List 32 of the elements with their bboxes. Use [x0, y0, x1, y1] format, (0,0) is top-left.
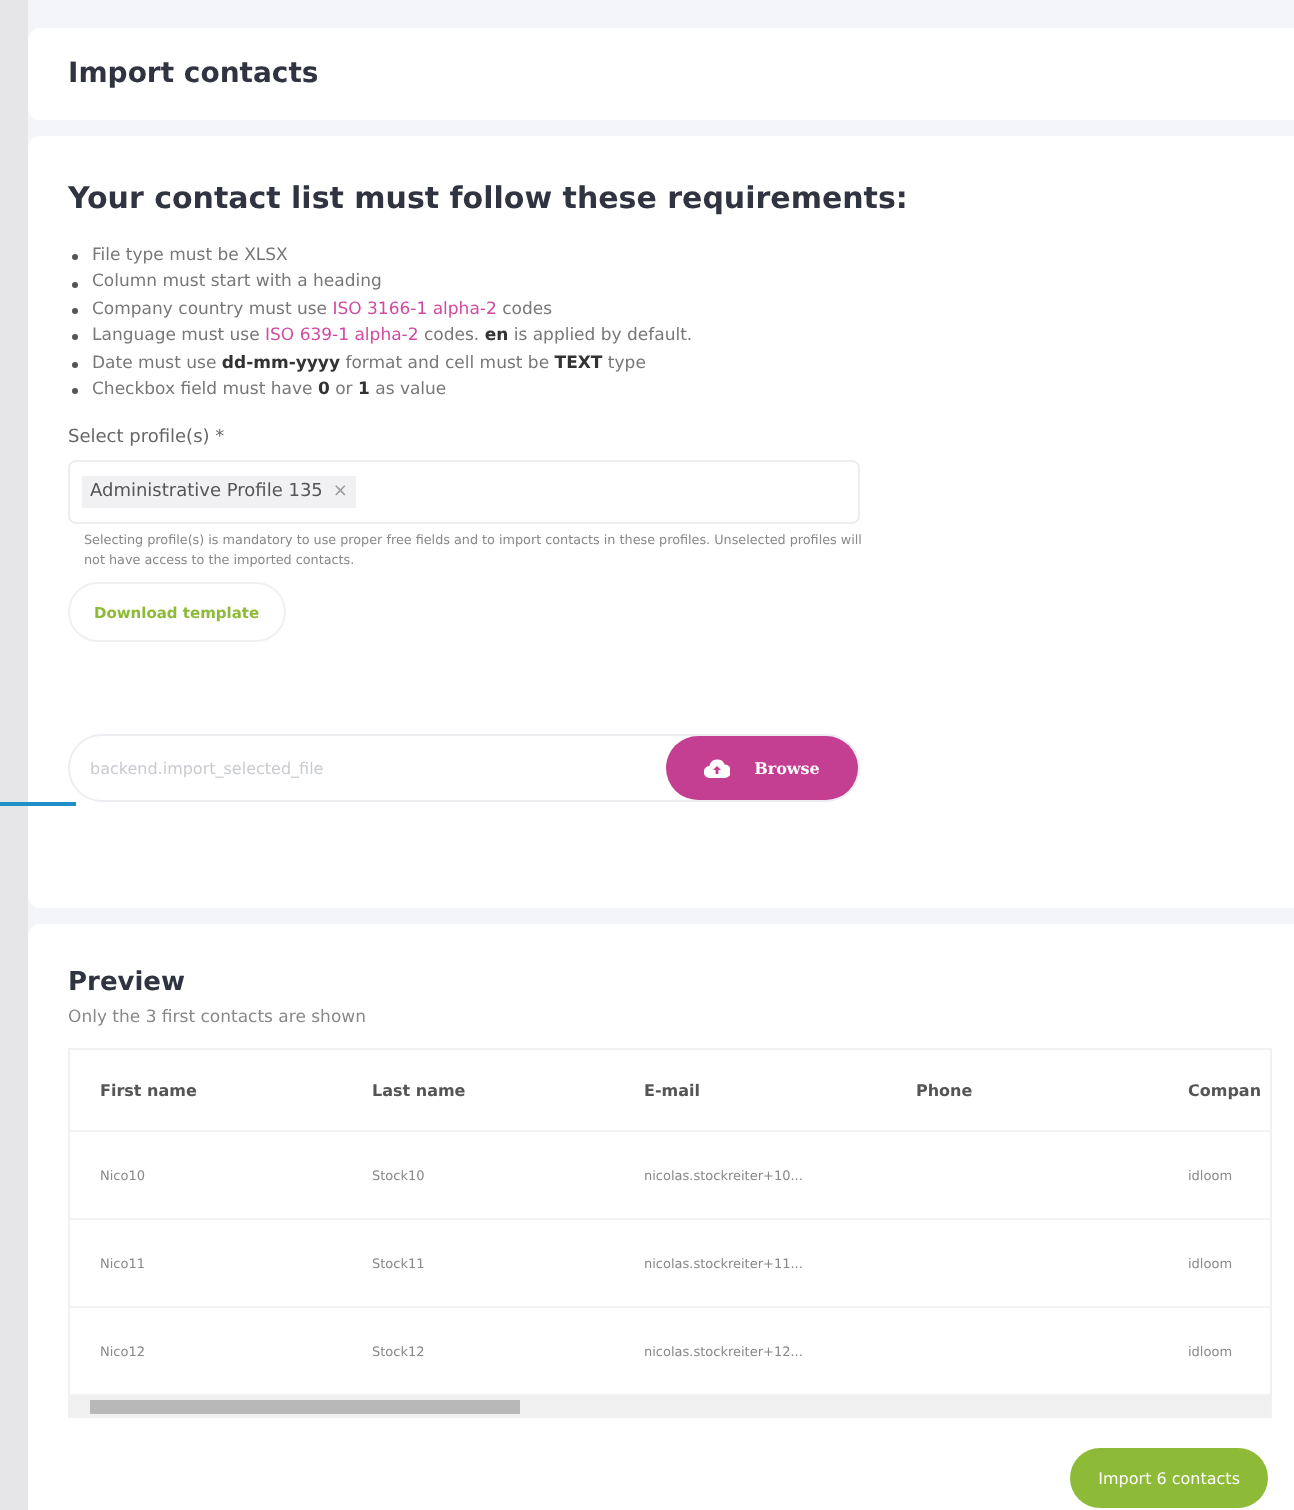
- bullet-icon: [72, 254, 78, 261]
- page-title: Import contacts: [68, 58, 319, 90]
- required-mark: *: [215, 428, 225, 449]
- requirement-item: Date must use dd-mm-yyyy format and cell must be TEXT type: [92, 351, 646, 378]
- requirement-item: Checkbox field must have 0 or 1 as value: [92, 378, 447, 405]
- column-header: Phone: [914, 1081, 975, 1099]
- horizontal-scrollbar[interactable]: [70, 1396, 1270, 1416]
- requirement-item: Column must start with a heading: [92, 270, 382, 297]
- preview-subtitle: Only the 3 first contacts are shown: [68, 1008, 366, 1028]
- profile-select[interactable]: Administrative Profile 135 ×: [68, 460, 860, 525]
- import-button[interactable]: Import 6 contacts: [1070, 1448, 1268, 1508]
- requirements-title: Your contact list must follow these requirements:: [68, 180, 908, 216]
- iso-link[interactable]: ISO 639-1 alpha-2: [265, 326, 419, 347]
- bullet-icon: [72, 281, 78, 288]
- requirement-item: Language must use ISO 639-1 alpha-2 codes. en is applied by default.: [92, 324, 693, 351]
- browse-button[interactable]: Browse: [666, 736, 858, 801]
- requirement-item: Company country must use ISO 3166-1 alpha-2 codes: [92, 297, 553, 324]
- bullet-icon: [72, 388, 78, 395]
- field-label: Select profile(s): [68, 428, 210, 449]
- cloud-upload-icon: [704, 758, 731, 779]
- column-header: Compan: [1186, 1081, 1264, 1099]
- iso-link[interactable]: ISO 3166-1 alpha-2: [332, 299, 497, 320]
- remove-tag-button[interactable]: ×: [332, 482, 348, 503]
- bullet-icon: [72, 334, 78, 341]
- requirement-item: File type must be XLSX: [92, 244, 288, 270]
- tag-label: Administrative Profile 135: [90, 482, 323, 503]
- column-header: E-mail: [642, 1081, 703, 1099]
- bullet-icon: [72, 361, 78, 368]
- bullet-icon: [72, 308, 78, 315]
- preview-title: Preview: [68, 968, 186, 998]
- column-header: Last name: [370, 1081, 468, 1099]
- column-header: First name: [98, 1081, 199, 1099]
